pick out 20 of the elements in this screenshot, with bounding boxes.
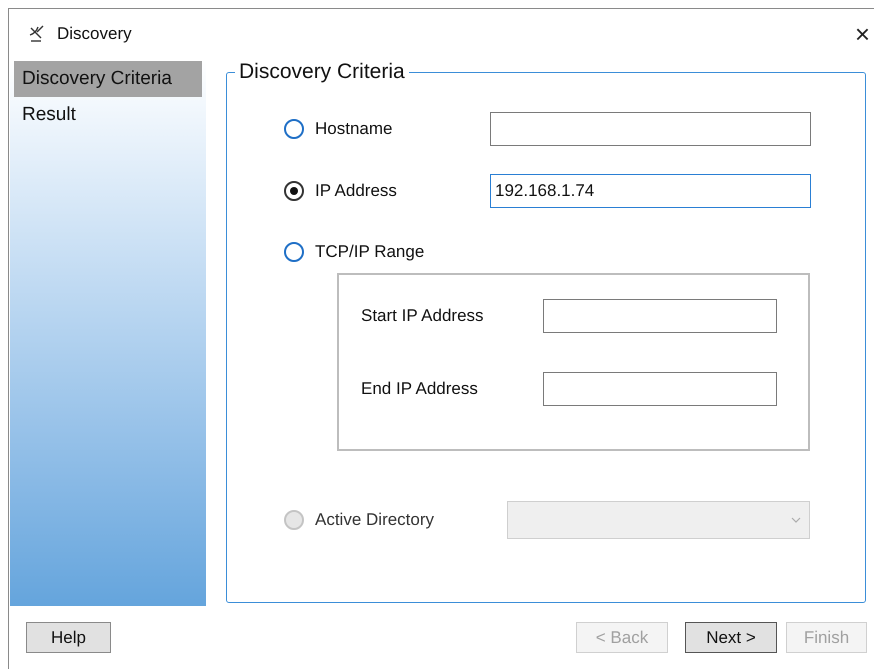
dialog-button[interactable]: Next >: [685, 622, 777, 653]
radio-button[interactable]: [284, 181, 304, 201]
input-field[interactable]: [490, 112, 811, 146]
input-field[interactable]: 192.168.1.74: [490, 174, 811, 208]
option-label: Hostname: [315, 118, 392, 140]
close-button[interactable]: ×: [852, 20, 872, 46]
chevron-down-icon: [791, 517, 801, 523]
option-label: Active Directory: [315, 509, 434, 532]
dialog-button[interactable]: Help: [26, 622, 111, 653]
option-label: TCP/IP Range: [315, 241, 424, 264]
sidebar-item[interactable]: Result: [14, 97, 202, 133]
input-field[interactable]: [543, 299, 777, 333]
option-label: IP Address: [315, 180, 397, 202]
radio-button[interactable]: [284, 119, 304, 139]
window-title: Discovery: [57, 22, 132, 45]
input-field[interactable]: [543, 372, 777, 406]
field-label: Start IP Address: [361, 305, 485, 328]
field-label: End IP Address: [361, 378, 479, 400]
sidebar-item[interactable]: Discovery Criteria: [14, 61, 202, 97]
radio-button[interactable]: [284, 242, 304, 262]
